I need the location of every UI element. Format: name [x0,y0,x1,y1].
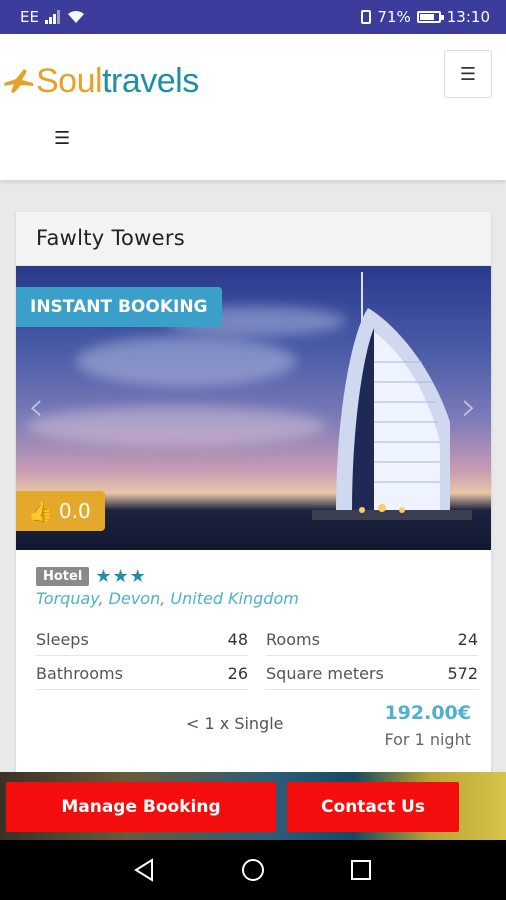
price-note: For 1 night [384,730,471,749]
contact-us-button[interactable]: Contact Us [287,782,459,832]
price-row: < 1 x Single 192.00€ For 1 night [16,690,491,760]
star-rating: ★★★ [95,566,147,587]
manage-booking-button[interactable]: Manage Booking [6,782,276,832]
recents-icon[interactable] [347,856,375,884]
fact-sleeps: Sleeps 48 [36,622,248,656]
clock: 13:10 [446,8,490,26]
instant-booking-badge: INSTANT BOOKING [16,287,222,327]
location-town[interactable]: Torquay [36,589,99,608]
fact-bathrooms: Bathrooms 26 [36,656,248,690]
hamburger-icon: ☰ [459,63,477,85]
logo[interactable]: Soultravels [2,62,199,101]
wifi-icon [67,10,84,23]
battery-percent: 71% [377,8,411,26]
listing-photo[interactable]: INSTANT BOOKING ‹ › 👍 0.0 [16,266,491,550]
location: Torquay, Devon, United Kingdom [36,589,299,608]
vibrate-icon [361,10,372,24]
carrier-label: EE [20,8,39,26]
listing-title[interactable]: Fawlty Towers [36,226,471,250]
menu-button[interactable]: ☰ [444,50,492,98]
system-nav-bar [0,840,506,900]
thumbs-up-icon: 👍 [28,499,53,523]
logo-text-soul: Soul [36,62,103,100]
location-county[interactable]: Devon [109,589,161,608]
facts-grid: Sleeps 48 Rooms 24 Bathrooms 26 Square mete… [36,622,478,690]
location-country[interactable]: United Kingdom [170,589,298,608]
price: 192.00€ [384,702,471,724]
fact-square-meters: Square meters 572 [266,656,478,690]
listing-details: Hotel ★★★ Torquay, Devon, United Kingdom… [16,550,491,690]
filter-bar: ☰ [0,120,506,160]
rating-badge: 👍 0.0 [16,491,105,531]
status-bar: EE 71% 13:10 [0,0,506,34]
back-icon[interactable] [130,856,158,884]
listing-title-bar: Fawlty Towers [16,212,491,266]
home-icon[interactable] [239,856,267,884]
next-photo-arrow[interactable]: › [461,384,477,430]
fact-rooms: Rooms 24 [266,622,478,656]
room-selector[interactable]: < 1 x Single [186,714,284,733]
site-header: Soultravels ☰ ☰ [0,34,506,180]
signal-icon [44,10,61,24]
battery-icon [416,11,444,23]
rating-value: 0.0 [58,499,91,523]
listing-card[interactable]: Fawlty Towers INSTANT BOOKING ‹ › 👍 0.0 [16,212,491,782]
filter-menu-icon[interactable]: ☰ [54,128,70,149]
property-type-badge: Hotel [36,567,90,586]
prev-photo-arrow[interactable]: ‹ [28,384,44,430]
airplane-logo-icon [4,68,33,93]
burj-al-arab-building [312,272,472,520]
logo-text-travels: travels [102,62,199,100]
